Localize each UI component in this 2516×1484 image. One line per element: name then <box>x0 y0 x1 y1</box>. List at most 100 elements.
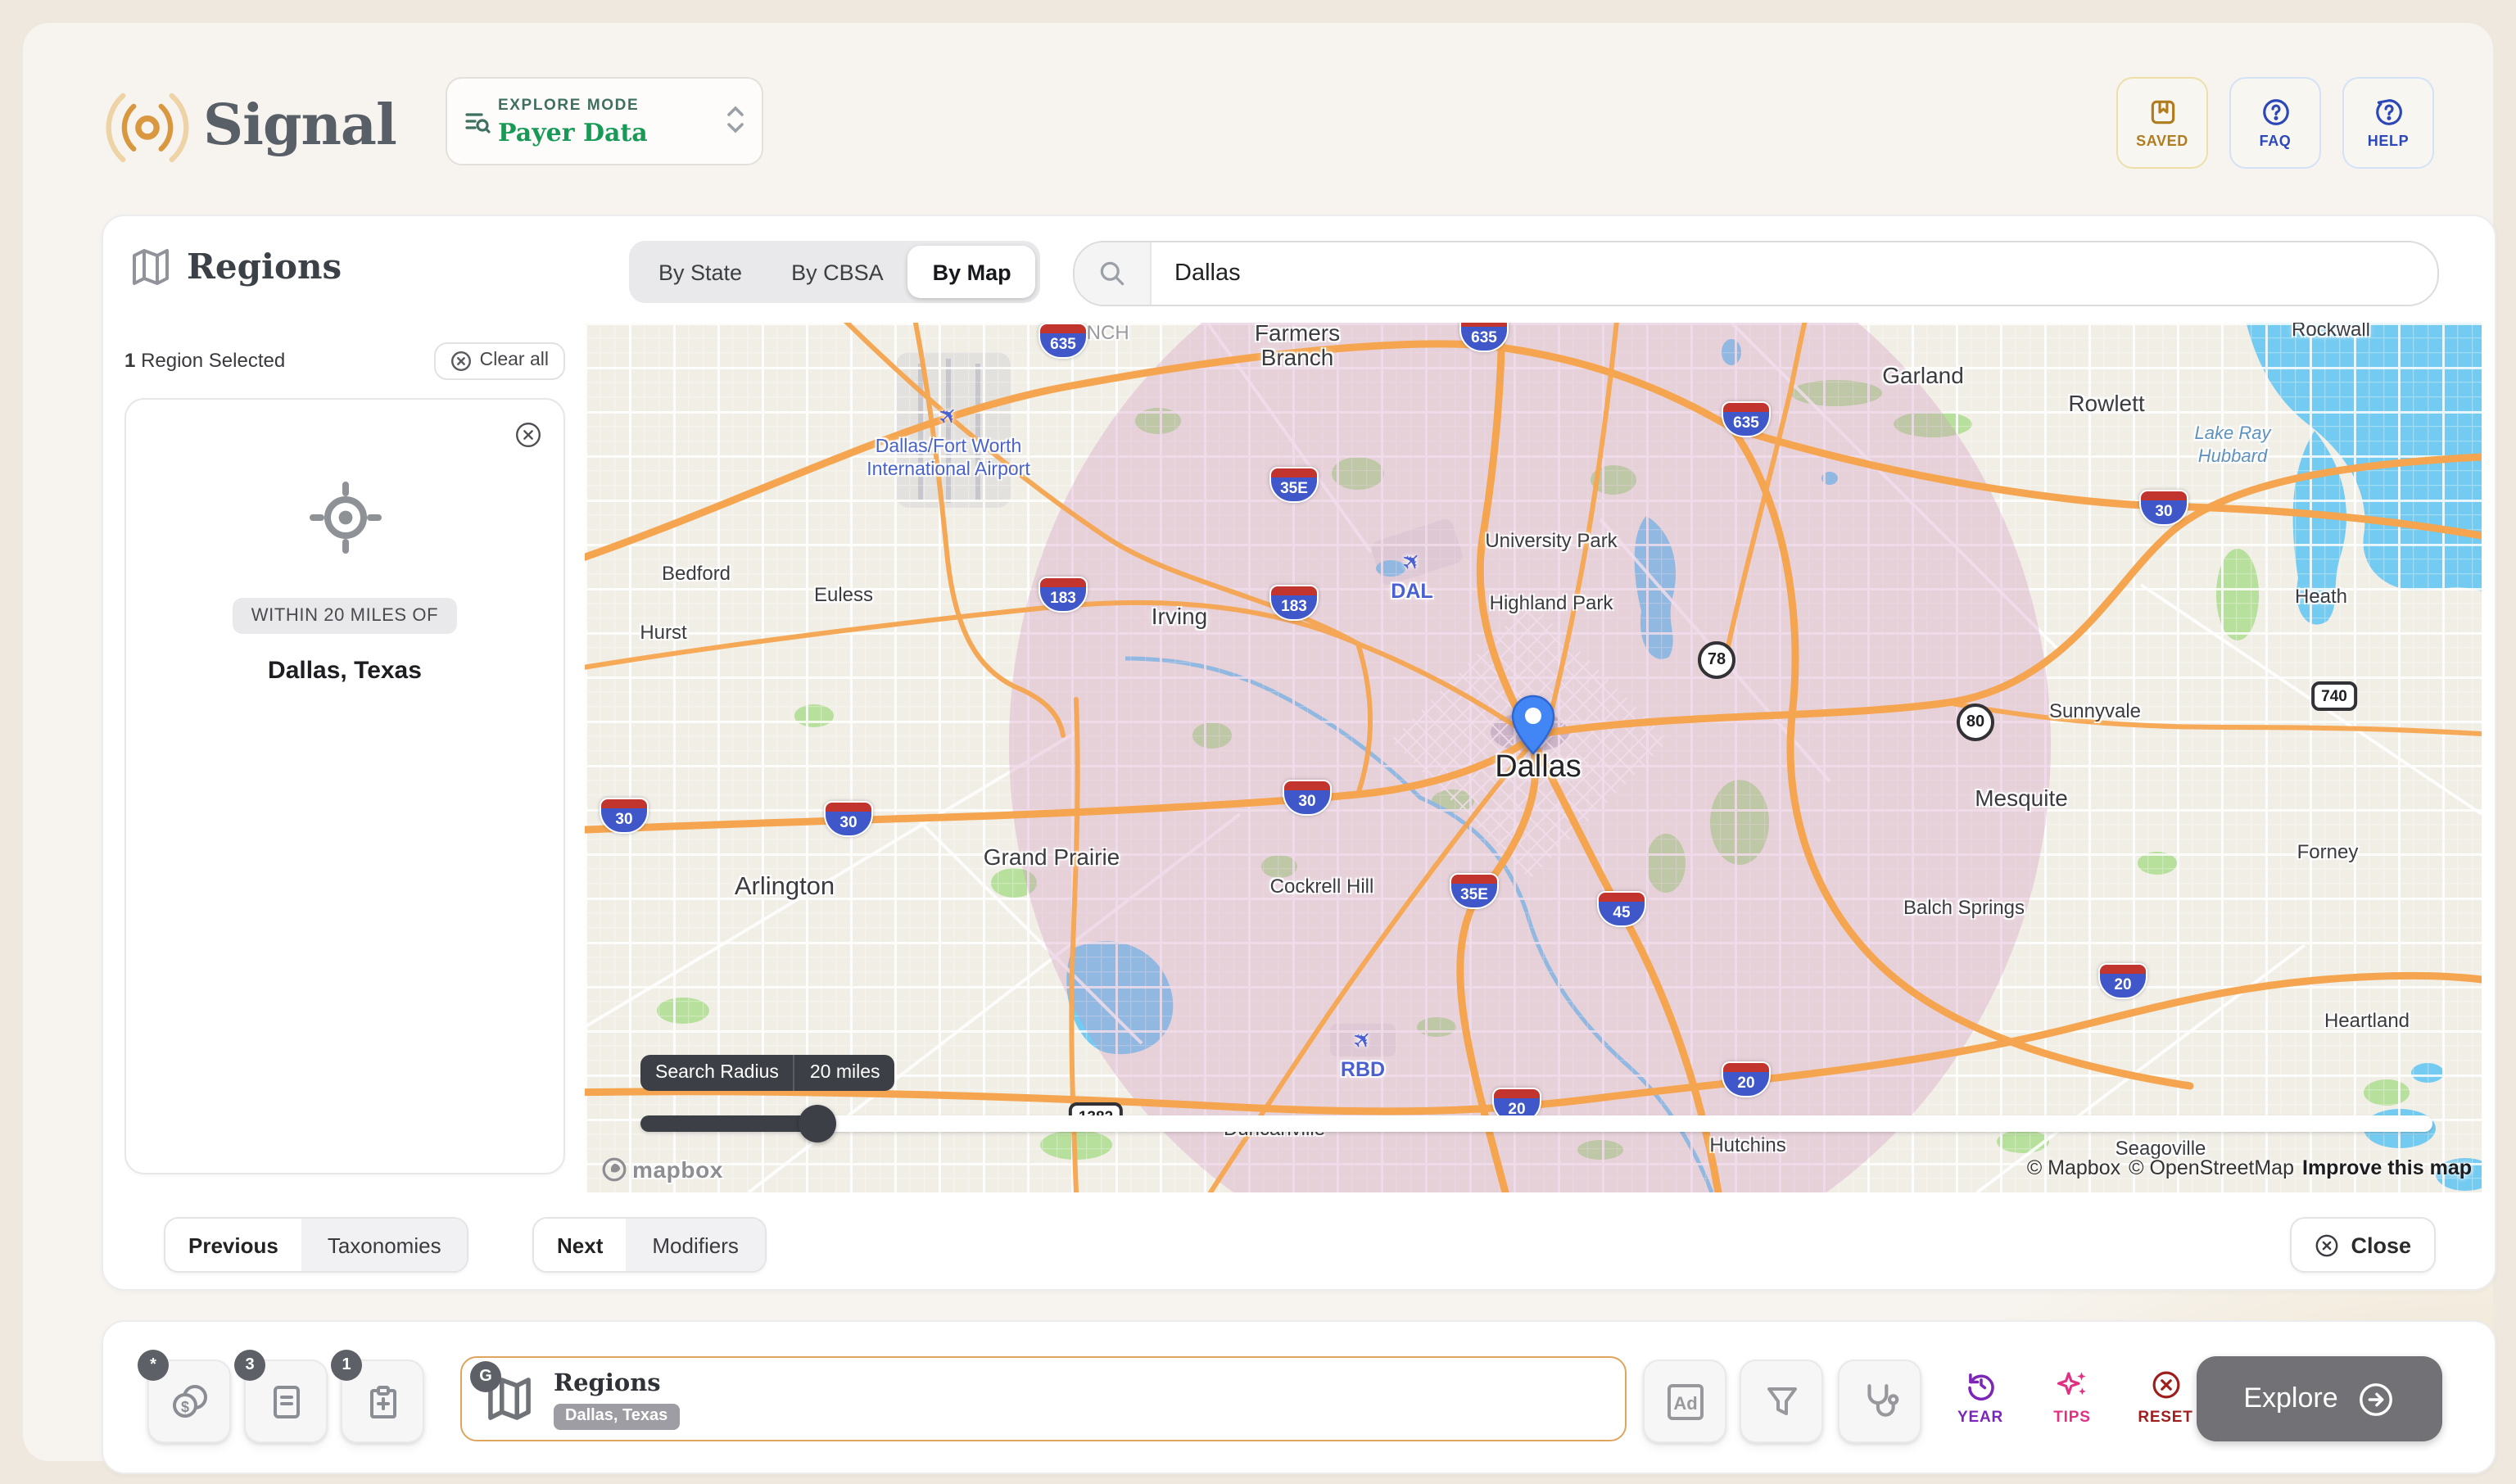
highway-shield: 635 <box>1459 323 1509 352</box>
tab-by-cbsa[interactable]: By CBSA <box>767 246 908 298</box>
map-label: RBD <box>1341 1058 1385 1081</box>
attrib-osm[interactable]: © OpenStreetMap <box>2129 1156 2294 1179</box>
radius-slider-knob[interactable] <box>799 1105 837 1142</box>
map-label: Hutchins <box>1709 1133 1785 1156</box>
explore-mode-value: Payer Data <box>498 117 726 147</box>
regions-active-step[interactable]: G Regions Dallas, Texas <box>460 1356 1627 1441</box>
highway-shield: 183 <box>1269 585 1319 621</box>
tab-by-map[interactable]: By Map <box>908 246 1036 298</box>
ad-icon: Ad <box>1663 1380 1706 1423</box>
next-button[interactable]: Next Modifiers <box>532 1217 767 1273</box>
search-icon-segment <box>1075 242 1152 305</box>
document-list-icon <box>266 1382 305 1421</box>
header-actions: SAVED FAQ HELP <box>2116 77 2434 169</box>
map-label: Hurst <box>640 621 686 644</box>
map-label: Irving <box>1152 603 1207 629</box>
header: Signal EXPLORE MODE Payer Data <box>82 77 2434 188</box>
highway-shield: 20 <box>1722 1061 1771 1097</box>
attrib-mapbox[interactable]: © Mapbox <box>2027 1156 2120 1179</box>
ad-tool-button[interactable]: Ad <box>1643 1360 1726 1443</box>
previous-button[interactable]: Previous Taxonomies <box>164 1217 469 1273</box>
map-label: Grand Prairie <box>984 844 1120 870</box>
highway-shield: 30 <box>824 801 873 837</box>
reset-label: RESET <box>2138 1409 2192 1427</box>
arrow-right-circle-icon <box>2358 1380 2396 1418</box>
map-label: Arlington <box>735 873 835 903</box>
brand-name: Signal <box>203 93 396 159</box>
modifiers-step-button[interactable]: 1 <box>341 1360 424 1443</box>
question-circle-icon <box>2260 97 2291 128</box>
year-button[interactable]: YEAR <box>1944 1368 2016 1427</box>
reset-icon <box>2148 1368 2183 1402</box>
highway-shield: 35E <box>1269 467 1319 503</box>
airplane-icon: ✈ <box>1396 545 1429 579</box>
clear-all-button[interactable]: Clear all <box>434 342 565 379</box>
map-label: DAL <box>1391 580 1432 603</box>
explore-mode-icon <box>464 107 491 135</box>
regions-step-title: Regions <box>554 1369 679 1396</box>
highway-shield: 35E <box>1450 873 1499 909</box>
selected-count: 1 Region Selected <box>124 349 285 372</box>
query-dock: * $ 3 1 <box>102 1320 2496 1474</box>
search-input[interactable] <box>1152 260 2437 287</box>
map-label: Garland <box>1882 362 1964 388</box>
radius-slider-track[interactable] <box>640 1115 2432 1132</box>
search-radius-chips: Search Radius 20 miles <box>640 1055 895 1091</box>
region-search <box>1073 241 2439 306</box>
highway-shield: 635 <box>1039 323 1088 359</box>
radius-slider <box>640 1115 2432 1132</box>
tips-label: TIPS <box>2053 1409 2090 1427</box>
regions-header: Regions By State By CBSA By Map <box>129 241 2468 303</box>
tab-by-state[interactable]: By State <box>634 246 767 298</box>
bookmark-icon <box>2147 97 2178 128</box>
map-label: Euless <box>814 583 873 606</box>
previous-target: Taxonomies <box>301 1219 468 1271</box>
explore-button[interactable]: Explore <box>2197 1356 2442 1441</box>
search-radius-label: Search Radius <box>640 1055 795 1091</box>
map-label: Lake Ray <box>2195 424 2271 444</box>
taxonomies-step-button[interactable]: 3 <box>244 1360 328 1443</box>
radius-badge: WITHIN 20 MILES OF <box>233 598 456 634</box>
highway-shield: 30 <box>1283 780 1332 816</box>
map-canvas[interactable]: RANCHRockwallFarmersBranchGarlandRowlett… <box>585 323 2482 1192</box>
brand-logo: Signal <box>105 84 396 169</box>
clear-all-icon <box>450 350 472 371</box>
map-pin[interactable] <box>1511 694 1555 755</box>
highway-shield: 635 <box>1722 401 1771 437</box>
close-button[interactable]: Close <box>2290 1217 2436 1273</box>
map-label: Highland Park <box>1490 591 1613 614</box>
filter-tool-button[interactable] <box>1740 1360 1823 1443</box>
map-label: International Airport <box>867 460 1029 480</box>
explore-mode-select[interactable]: EXPLORE MODE Payer Data <box>446 77 763 165</box>
faq-label: FAQ <box>2260 133 2292 149</box>
saved-button[interactable]: SAVED <box>2116 77 2208 169</box>
selection-sidebar: 1 Region Selected Clear all <box>124 341 565 1174</box>
close-label: Close <box>2351 1233 2411 1257</box>
explore-mode-label: EXPLORE MODE <box>498 96 726 114</box>
map-label: Heartland <box>2324 1009 2410 1032</box>
attrib-improve-link[interactable]: Improve this map <box>2302 1156 2472 1179</box>
svg-text:$: $ <box>180 1398 188 1414</box>
year-history-icon <box>1963 1368 1998 1402</box>
tips-sparkles-icon <box>2055 1368 2089 1402</box>
map-label: Farmers <box>1255 323 1340 346</box>
selected-location: Dallas, Texas <box>126 657 563 685</box>
highway-shield: 183 <box>1039 577 1088 613</box>
search-icon <box>1097 259 1127 288</box>
regions-panel: Regions By State By CBSA By Map <box>102 215 2496 1291</box>
reset-button[interactable]: RESET <box>2129 1368 2202 1427</box>
map-label: Mesquite <box>1975 785 2068 811</box>
faq-button[interactable]: FAQ <box>2229 77 2321 169</box>
map-label: Rowlett <box>2068 390 2144 416</box>
highway-shield: 80 <box>1957 704 1994 741</box>
payers-step-button[interactable]: * $ <box>147 1360 231 1443</box>
search-radius-value: 20 miles <box>795 1055 895 1091</box>
tips-button[interactable]: TIPS <box>2036 1368 2108 1427</box>
app-panel: Signal EXPLORE MODE Payer Data <box>23 23 2493 1461</box>
stethoscope-tool-button[interactable] <box>1838 1360 1921 1443</box>
highway-shield: 30 <box>600 798 649 834</box>
next-target: Modifiers <box>626 1219 765 1271</box>
help-button[interactable]: HELP <box>2342 77 2434 169</box>
mapbox-logo[interactable]: mapbox <box>601 1156 723 1183</box>
remove-region-icon[interactable] <box>514 421 542 449</box>
